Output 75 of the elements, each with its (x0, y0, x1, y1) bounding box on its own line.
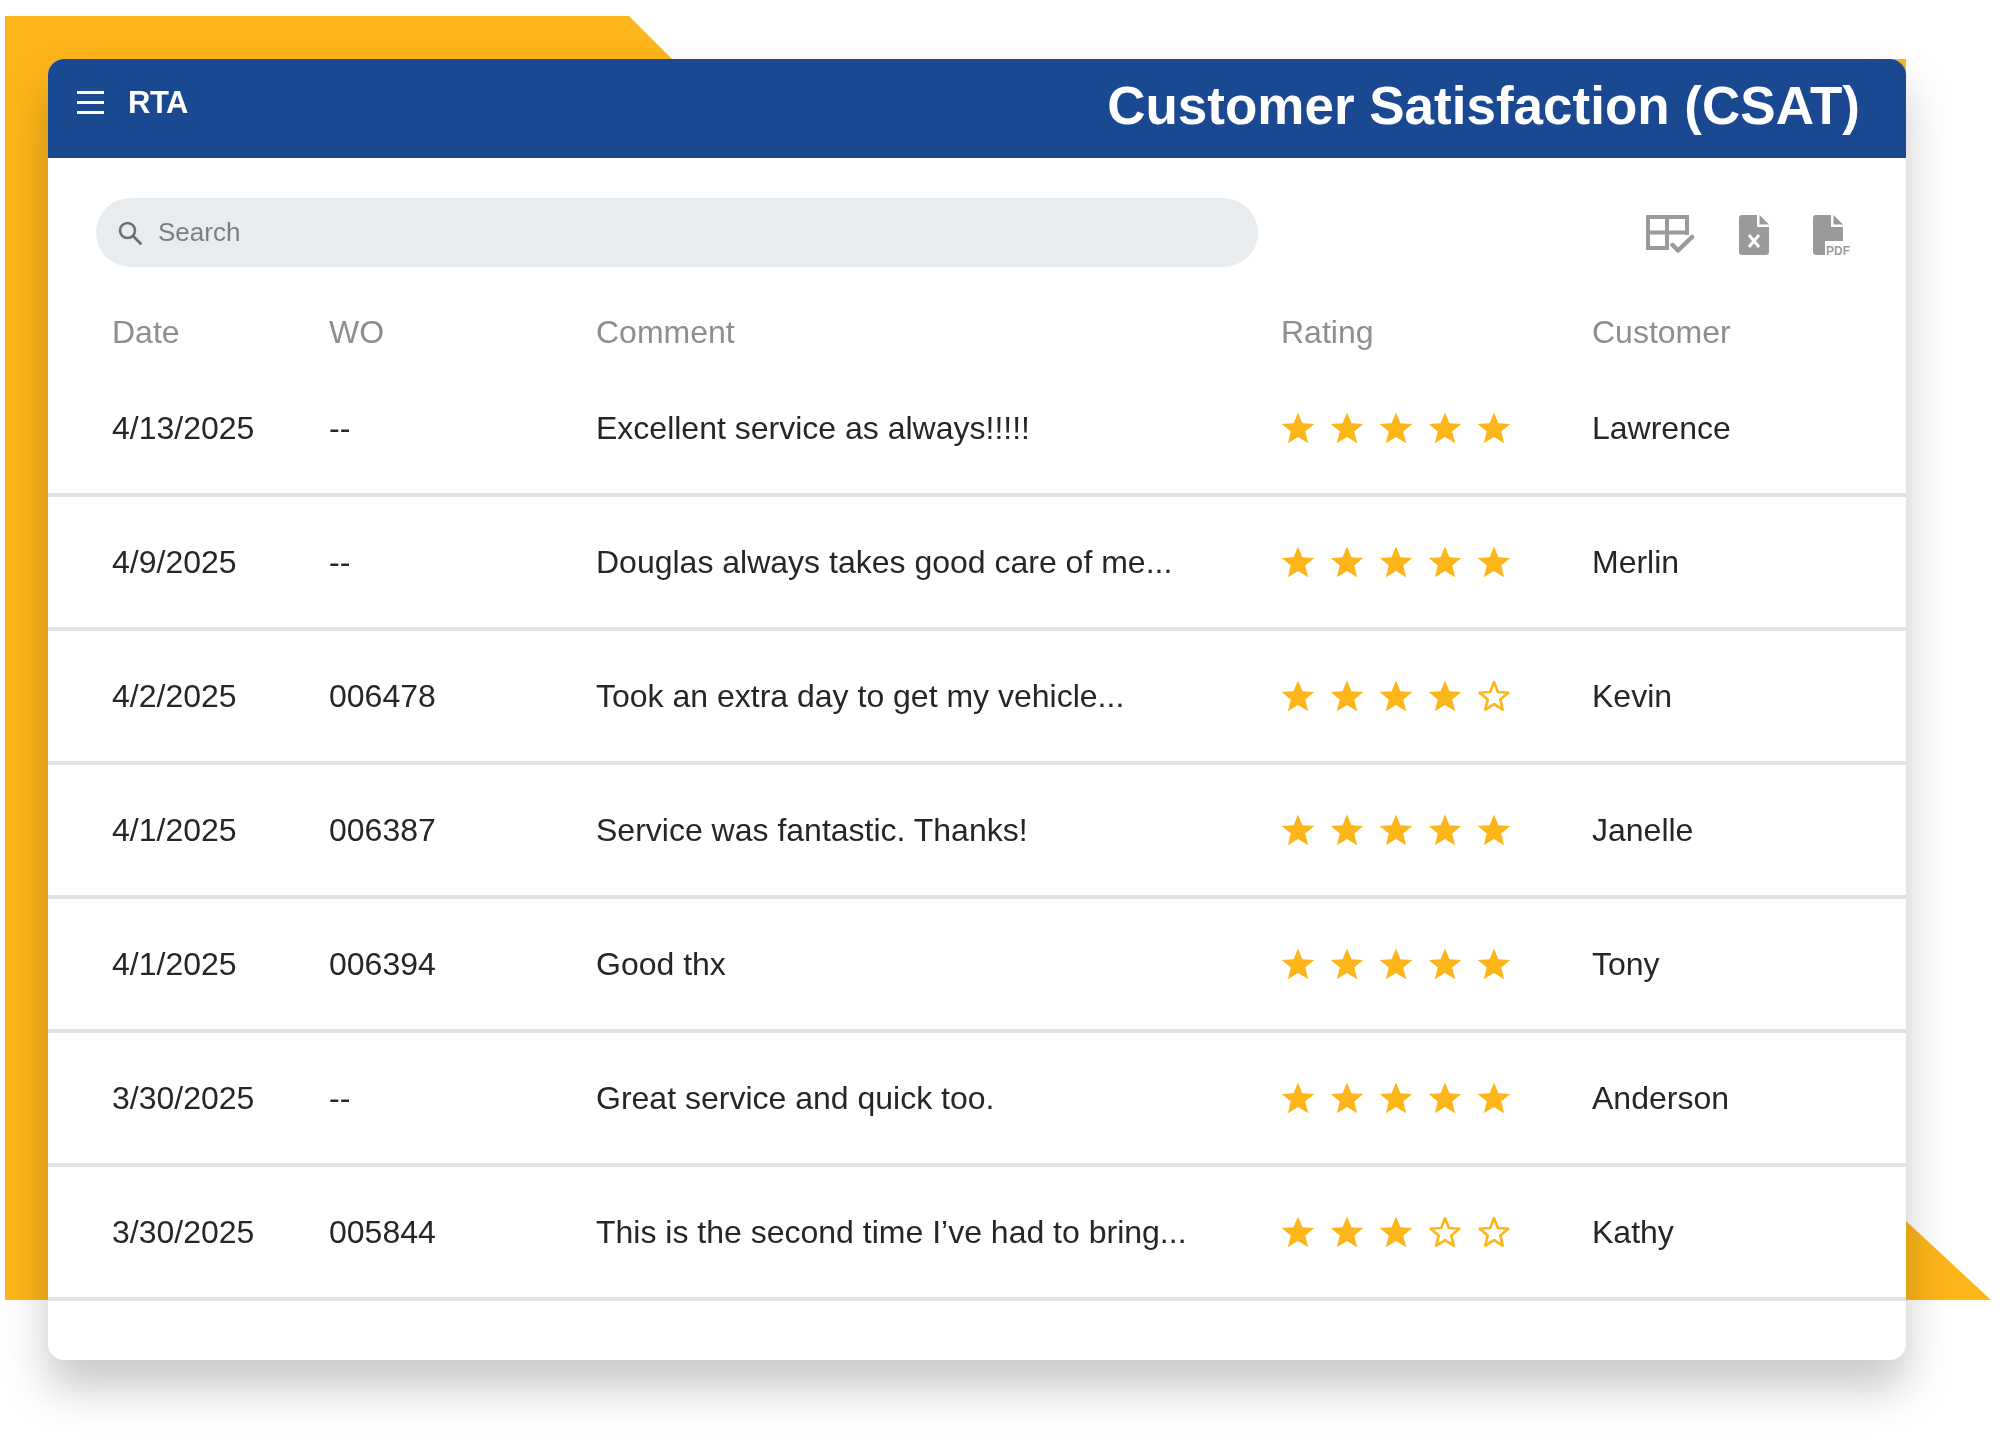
star-icon (1477, 1082, 1511, 1114)
star-icon (1281, 948, 1315, 980)
star-icon (1477, 814, 1511, 846)
star-icon (1428, 948, 1462, 980)
star-icon (1330, 546, 1364, 578)
column-header: Customer (1592, 315, 1731, 349)
column-header: Rating (1281, 315, 1374, 349)
table-cell: 006387 (329, 811, 436, 849)
star-icon (1379, 814, 1413, 846)
table-cell: 4/9/2025 (112, 543, 237, 581)
star-icon (1330, 1216, 1364, 1248)
brand-logo: RTA (128, 87, 188, 118)
column-header: WO (329, 315, 385, 349)
star-icon (1428, 814, 1462, 846)
table-cell: 4/2/2025 (112, 677, 237, 715)
table-cell: Kevin (1592, 677, 1673, 715)
star-icon (1281, 1082, 1315, 1114)
table-cell: Lawrence (1592, 409, 1731, 447)
table-cell: Kathy (1592, 1213, 1674, 1251)
table-cell: 3/30/2025 (112, 1213, 255, 1251)
star-icon (1428, 1082, 1462, 1114)
search-field[interactable]: Search (96, 198, 1258, 267)
star-icon (1379, 680, 1413, 712)
star-icon (1477, 412, 1511, 444)
table-cell: Anderson (1592, 1079, 1729, 1117)
star-outline-icon (1477, 1216, 1511, 1248)
column-header: Comment (596, 315, 735, 349)
table-cell: Excellent service as always!!!!! (596, 409, 1030, 447)
table-cell: 006394 (329, 945, 436, 983)
table-cell: Janelle (1592, 811, 1694, 849)
column-header: Date (112, 315, 180, 349)
star-icon (1330, 412, 1364, 444)
table-cell: 4/13/2025 (112, 409, 255, 447)
star-icon (1379, 948, 1413, 980)
star-outline-icon (1477, 680, 1511, 712)
search-icon (118, 221, 142, 245)
table-cell: 006478 (329, 677, 436, 715)
table-cell: 4/1/2025 (112, 811, 237, 849)
table-cell: Took an extra day to get my vehicle... (596, 677, 1125, 715)
spreadsheet-file-icon[interactable] (1739, 214, 1769, 255)
star-outline-icon (1428, 1216, 1462, 1248)
table-cell: Service was fantastic. Thanks! (596, 811, 1028, 849)
star-icon (1379, 546, 1413, 578)
star-icon (1379, 1082, 1413, 1114)
star-icon (1330, 1082, 1364, 1114)
star-icon (1330, 948, 1364, 980)
star-icon (1281, 412, 1315, 444)
table-cell: Great service and quick too. (596, 1079, 995, 1117)
star-icon (1330, 680, 1364, 712)
star-icon (1428, 546, 1462, 578)
star-icon (1281, 680, 1315, 712)
star-icon (1477, 948, 1511, 980)
table-cell: 4/1/2025 (112, 945, 237, 983)
star-icon (1477, 546, 1511, 578)
star-icon (1330, 814, 1364, 846)
star-icon (1281, 546, 1315, 578)
star-icon (1428, 412, 1462, 444)
table-cell: Merlin (1592, 543, 1680, 581)
table-cell: 005844 (329, 1213, 436, 1251)
table-cell: -- (329, 543, 351, 581)
star-icon (1428, 680, 1462, 712)
table-cell: -- (329, 1079, 351, 1117)
table-cell: Tony (1592, 945, 1660, 983)
table-cell: 3/30/2025 (112, 1079, 255, 1117)
table-cell: This is the second time I’ve had to bring... (596, 1213, 1187, 1251)
table-cell: Good thx (596, 945, 726, 983)
star-icon (1281, 1216, 1315, 1248)
star-icon (1379, 412, 1413, 444)
menu-icon[interactable] (77, 91, 104, 114)
star-icon (1379, 1216, 1413, 1248)
star-icon (1281, 814, 1315, 846)
table-cell: -- (329, 409, 351, 447)
table-cell: Douglas always takes good care of me... (596, 543, 1173, 581)
table-check-icon[interactable] (1646, 214, 1695, 255)
page-title: Customer Satisfaction (CSAT) (1107, 77, 1860, 136)
